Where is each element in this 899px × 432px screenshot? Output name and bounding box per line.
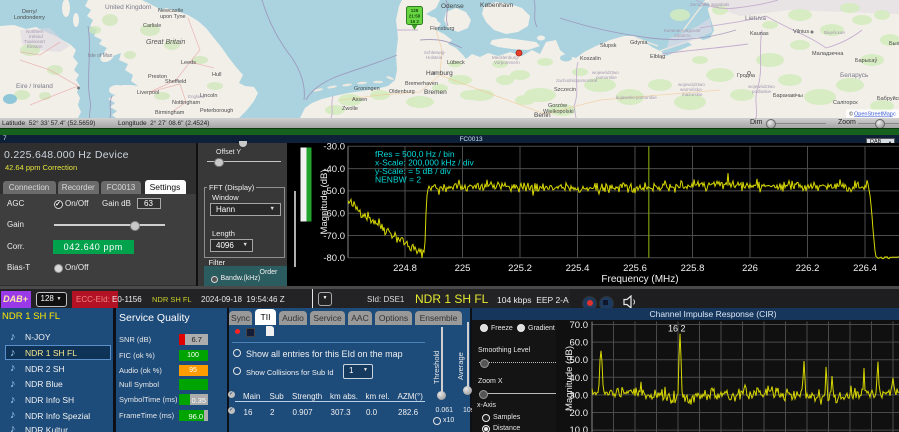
svg-text:England: England <box>188 94 205 99</box>
svg-text:Bremen: Bremen <box>424 89 447 96</box>
svg-text:Bremerhaven: Bremerhaven <box>405 81 438 87</box>
svg-text:Szczecin: Szczecin <box>554 87 576 93</box>
svg-text:Быхаў: Быхаў <box>889 40 899 47</box>
svg-text:Elbląg: Elbląg <box>650 54 665 60</box>
svg-text:mazurskie: mazurskie <box>682 92 703 97</box>
svg-text:Lietuva: Lietuva <box>745 15 766 22</box>
svg-text:Eire / Ireland: Eire / Ireland <box>16 83 53 90</box>
svg-text:Віцебская: Віцебская <box>824 30 845 35</box>
svg-text:10.0: 10.0 <box>570 425 589 432</box>
svg-text:Magnitude (dB): Magnitude (dB) <box>564 346 575 411</box>
svg-text:Holstein: Holstein <box>426 55 443 60</box>
svg-text:Liverpool: Liverpool <box>137 90 159 96</box>
svg-text:Беларусь: Беларусь <box>840 72 869 79</box>
svg-text:21:58: 21:58 <box>409 14 421 19</box>
svg-text:Peterborough: Peterborough <box>200 108 233 114</box>
svg-text:Sheffield: Sheffield <box>165 79 186 85</box>
svg-text:Frequency (MHz): Frequency (MHz) <box>601 274 678 285</box>
svg-text:OpenStreetMap: OpenStreetMap <box>854 112 893 118</box>
svg-text:70.0: 70.0 <box>570 320 589 331</box>
svg-text:Vorpommern: Vorpommern <box>494 60 520 65</box>
svg-text:128: 128 <box>411 8 419 13</box>
svg-text:Éireann: Éireann <box>27 43 43 49</box>
svg-text:Zemgales apgabals: Zemgales apgabals <box>690 2 730 7</box>
svg-text:-30.0: -30.0 <box>323 143 345 153</box>
svg-text:225.4: 225.4 <box>566 263 590 274</box>
svg-text:podlaskie: podlaskie <box>752 89 772 94</box>
svg-text:Kaunas: Kaunas <box>750 31 769 37</box>
svg-text:Odense: Odense <box>441 3 464 10</box>
svg-text:Great Britain: Great Britain <box>146 39 185 46</box>
svg-text:Hull: Hull <box>212 72 221 78</box>
svg-text:Słupsk: Słupsk <box>600 43 617 49</box>
svg-text:16 2: 16 2 <box>668 323 686 333</box>
svg-text:Vilnius: Vilnius <box>793 29 809 35</box>
svg-text:Гродна: Гродна <box>737 73 756 79</box>
svg-text:Magnitude (dB): Magnitude (dB) <box>319 170 330 235</box>
svg-text:Lübeck: Lübeck <box>447 60 465 66</box>
svg-text:226: 226 <box>742 263 758 274</box>
svg-text:224.8: 224.8 <box>393 263 417 274</box>
svg-text:225: 225 <box>455 263 471 274</box>
svg-text:Zwolle: Zwolle <box>342 106 358 112</box>
svg-text:c: c <box>893 112 896 118</box>
svg-text:Flensburg: Flensburg <box>430 26 454 32</box>
svg-text:pomorskie: pomorskie <box>596 75 617 80</box>
svg-text:©: © <box>849 111 853 118</box>
svg-text:Assen: Assen <box>352 97 367 103</box>
svg-text:225.8: 225.8 <box>681 263 705 274</box>
svg-text:Gdynia: Gdynia <box>630 40 648 46</box>
svg-text:226.4: 226.4 <box>853 263 877 274</box>
svg-text:United Kingdom: United Kingdom <box>105 4 151 11</box>
svg-text:Carlisle: Carlisle <box>143 23 161 29</box>
svg-text:Leeds: Leeds <box>181 60 196 66</box>
svg-text:NENBW = 2: NENBW = 2 <box>375 175 421 185</box>
svg-text:-80.0: -80.0 <box>323 253 345 264</box>
svg-text:Londonderry: Londonderry <box>14 15 45 21</box>
svg-text:Oldenburg: Oldenburg <box>389 89 415 95</box>
svg-text:Бабруйск: Бабруйск <box>877 95 899 102</box>
svg-text:225.6: 225.6 <box>623 263 647 274</box>
svg-text:zachodniopomorskie: zachodniopomorskie <box>556 78 598 83</box>
svg-text:Isle of Man: Isle of Man <box>88 53 113 59</box>
svg-text:Koszalin: Koszalin <box>580 56 601 62</box>
svg-text:kujawsko-pomorskie: kujawsko-pomorskie <box>616 95 657 100</box>
svg-text:Hamburg: Hamburg <box>426 70 453 77</box>
svg-text:226.2: 226.2 <box>796 263 820 274</box>
svg-text:København: København <box>480 2 514 9</box>
svg-text:Баранавічы: Баранавічы <box>773 93 803 99</box>
svg-text:Groningen: Groningen <box>354 86 380 92</box>
svg-text:Салігорск: Салігорск <box>833 100 858 106</box>
svg-text:225.2: 225.2 <box>508 263 532 274</box>
svg-text:16 2: 16 2 <box>410 19 419 24</box>
svg-text:Nottingham: Nottingham <box>172 100 201 106</box>
svg-text:upon Tyne: upon Tyne <box>160 14 186 20</box>
svg-text:область: область <box>674 33 691 38</box>
svg-text:Birmingham: Birmingham <box>155 110 185 116</box>
svg-text:Барысаў: Барысаў <box>855 57 877 64</box>
svg-text:Маладзечна: Маладзечна <box>812 51 844 57</box>
